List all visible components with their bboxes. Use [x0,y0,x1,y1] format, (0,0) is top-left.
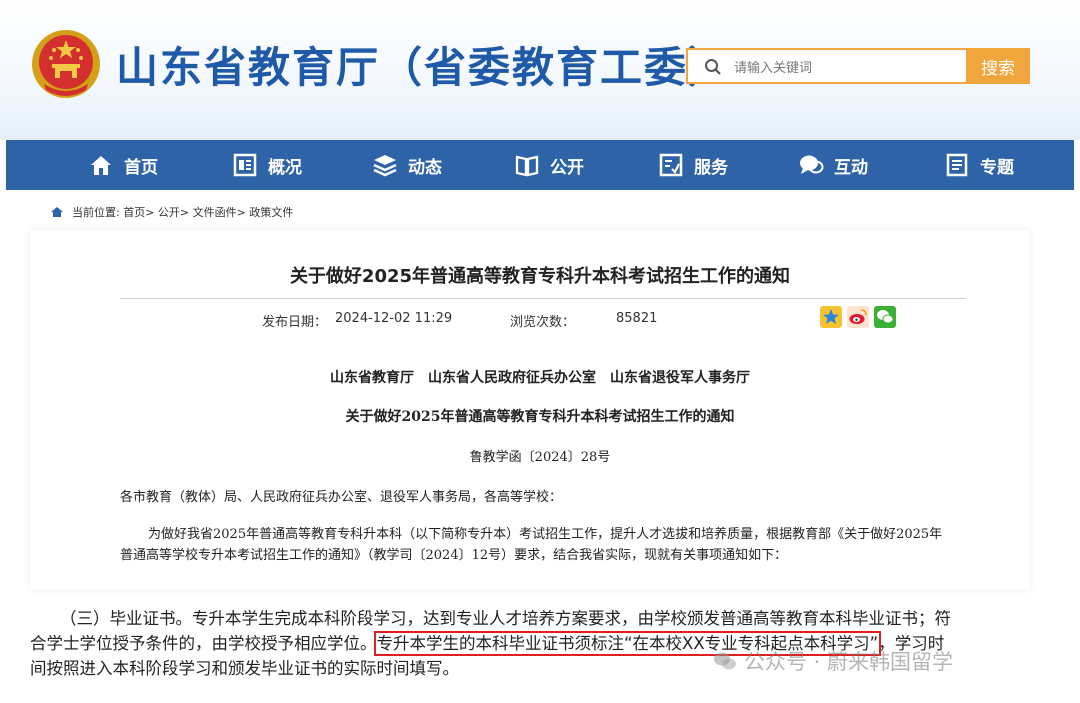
national-emblem-icon [32,30,100,98]
search-input[interactable] [732,56,956,80]
nav-item-overview[interactable]: 概况 [232,140,302,190]
intro-paragraph: 为做好我省2025年普通高等教育专科升本科（以下简称专升本）考试招生工作，提升人… [120,527,943,563]
document-title: 关于做好2025年普通高等教育专科升本科考试招生工作的通知 [345,409,735,425]
search-icon [705,59,721,75]
nav-item-interact[interactable]: 互动 [798,140,868,190]
wechat-share-icon[interactable] [874,306,896,328]
document-number: 鲁教学函〔2024〕28号 [469,450,611,465]
nav-label-public: 公开 [550,157,584,178]
search-button[interactable]: 搜索 [966,48,1030,84]
home-small-icon [51,207,63,217]
view-count: 85821 [616,311,658,326]
nav-item-service[interactable]: 服务 [658,140,728,190]
excerpt-line-1: （三）毕业证书。专升本学生完成本科阶段学习，达到专业人才培养方案要求，由学校颁发… [60,609,951,628]
recipients: 各市教育（教体）局、人民政府征兵办公室、退役军人事务局，各高等学校： [120,490,563,505]
nav-label-news: 动态 [408,157,442,178]
article-title: 关于做好2025年普通高等教育专科升本科考试招生工作的通知 [289,266,791,287]
watermark-text: 公众号 · 蔚来韩国留学 [744,650,954,674]
nav-label-topic: 专题 [980,157,1014,178]
search-box[interactable] [686,48,966,84]
date-label: 发布日期： [262,315,328,330]
book-icon [515,155,539,177]
title-divider [120,298,966,299]
issuing-agencies: 山东省教育厅 山东省人民政府征兵办公室 山东省退役军人事务厅 [330,370,750,386]
weibo-share-icon[interactable] [847,306,869,328]
service-icon [659,153,683,177]
main-nav: 首页 概况 动态 公开 服务 互动 专题 [6,140,1074,190]
publish-date: 2024-12-02 11:29 [335,311,453,326]
qzone-share-icon[interactable] [820,306,842,328]
nav-item-topic[interactable]: 专题 [944,140,1014,190]
nav-label-overview: 概况 [268,157,302,178]
site-header: 山东省教育厅（省委教育工委） 搜索 [0,0,1080,140]
breadcrumb-text[interactable]: 当前位置: 首页> 公开> 文件函件> 政策文件 [72,204,293,220]
nav-label-service: 服务 [694,157,728,178]
nav-item-home[interactable]: 首页 [88,140,158,190]
overview-icon [233,153,257,177]
excerpt-line-2-start: 合学士学位授予条件的，由学校授予相应学位。 [30,634,377,653]
nav-label-interact: 互动 [834,157,868,178]
home-icon [91,156,111,175]
breadcrumb: 当前位置: 首页> 公开> 文件函件> 政策文件 [50,204,293,220]
views-label: 浏览次数： [510,315,576,330]
site-title: 山东省教育厅（省委教育工委） [116,43,733,92]
nav-item-news[interactable]: 动态 [372,140,442,190]
wechat-watermark-icon [714,652,736,670]
watermark: 公众号 · 蔚来韩国留学 [712,646,953,676]
nav-label-home: 首页 [124,157,158,178]
topic-icon [946,153,968,177]
news-icon [373,155,397,177]
nav-item-public[interactable]: 公开 [514,140,584,190]
chat-icon [800,155,824,174]
